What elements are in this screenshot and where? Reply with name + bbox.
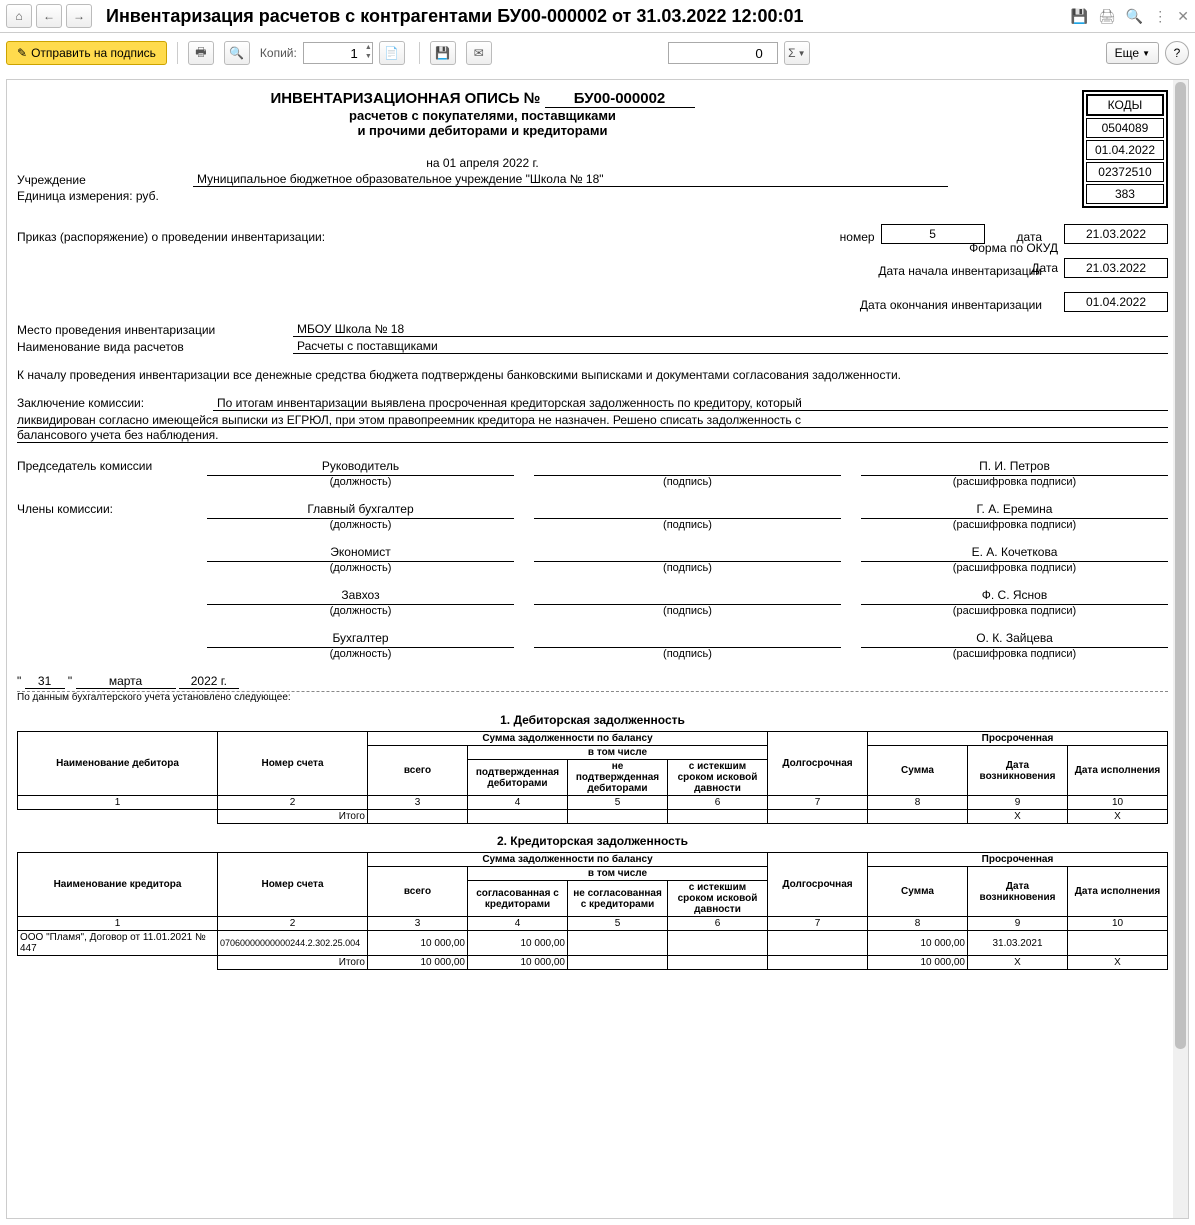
menu-dots-icon[interactable]: ⋮ <box>1153 8 1167 25</box>
forward-button[interactable]: → <box>66 4 92 28</box>
creditor-row: ООО "Пламя", Договор от 11.01.2021 № 447… <box>18 931 1168 956</box>
print-icon[interactable]: 🖨 <box>1098 8 1116 25</box>
numeric-input[interactable] <box>668 42 778 64</box>
kind-value: Расчеты с поставщиками <box>293 339 1168 354</box>
place-label: Место проведения инвентаризации <box>17 323 287 337</box>
conclusion-line2: ликвидирован согласно имеющейся выписки … <box>17 413 1168 428</box>
signer-pos-0: Руководитель <box>207 459 514 476</box>
pen-icon: ✎ <box>17 46 27 60</box>
print-button[interactable]: 🖶 <box>188 41 214 65</box>
preview-icon[interactable]: 🔍 <box>1126 8 1143 25</box>
back-button[interactable]: ← <box>36 4 62 28</box>
section2-title: 2. Кредиторская задолженность <box>17 834 1168 848</box>
chairman-label: Председатель комиссии <box>17 459 187 488</box>
window-title: Инвентаризация расчетов с контрагентами … <box>106 6 1071 27</box>
intro-text: К началу проведения инвентаризации все д… <box>17 368 1168 382</box>
conclusion-line1: По итогам инвентаризации выявлена просро… <box>213 396 1168 411</box>
okud-label: Форма по ОКУД <box>969 238 1058 258</box>
copies-input[interactable] <box>303 42 373 64</box>
debtor-table: Наименование дебитора Номер счета Сумма … <box>17 731 1168 824</box>
copies-label: Копий: <box>260 46 297 60</box>
more-button[interactable]: Еще▼ <box>1106 42 1159 64</box>
org-label: Учреждение <box>17 173 187 187</box>
copies-up-icon[interactable]: ▲ <box>365 43 372 52</box>
close-icon[interactable]: ✕ <box>1177 8 1189 25</box>
inv-end-label: Дата окончания инвентаризации <box>860 298 1042 312</box>
signer-name-0: П. И. Петров <box>861 459 1168 476</box>
kind-label: Наименование вида расчетов <box>17 340 287 354</box>
email-button[interactable]: ✉ <box>466 41 492 65</box>
inv-start: 21.03.2022 <box>1064 258 1168 278</box>
save-icon[interactable]: 💾 <box>1071 8 1088 25</box>
order-date: 21.03.2022 <box>1064 224 1168 244</box>
unit-label: Единица измерения: руб. <box>17 189 159 203</box>
copies-down-icon[interactable]: ▼ <box>365 52 372 61</box>
conclusion-label: Заключение комиссии: <box>17 396 207 410</box>
org-value: Муниципальное бюджетное образовательное … <box>193 172 948 187</box>
help-button[interactable]: ? <box>1165 41 1189 65</box>
save-disk-button[interactable]: 💾 <box>430 41 456 65</box>
code-date-label: Дата <box>969 258 1058 278</box>
order-num-label: номер <box>840 230 875 244</box>
zoom-button[interactable]: 🔍 <box>224 41 250 65</box>
doc-title-line1: ИНВЕНТАРИЗАЦИОННАЯ ОПИСЬ № БУ00-000002 <box>17 90 948 108</box>
send-for-signature-button[interactable]: ✎ Отправить на подпись <box>6 41 167 65</box>
home-button[interactable]: ⌂ <box>6 4 32 28</box>
order-label: Приказ (распоряжение) о проведении инвен… <box>17 230 437 244</box>
conclusion-line3: балансового учета без наблюдения. <box>17 428 1168 443</box>
creditor-table: Наименование кредитора Номер счета Сумма… <box>17 852 1168 970</box>
doc-title-line2: расчетов с покупателями, поставщиками <box>17 108 948 123</box>
members-label: Члены комиссии: <box>17 502 187 531</box>
doc-title-line3: и прочими дебиторами и кредиторами <box>17 123 948 138</box>
sigma-button[interactable]: Σ▼ <box>784 41 810 65</box>
on-date: на 01 апреля 2022 г. <box>17 156 948 170</box>
inv-end: 01.04.2022 <box>1064 292 1168 312</box>
sign-date: " 31 " марта 2022 г. <box>17 674 1168 689</box>
section1-title: 1. Дебиторская задолженность <box>17 713 1168 727</box>
page-setup-button[interactable]: 📄 <box>379 41 405 65</box>
foot-note: По данным бухгалтерского учета установле… <box>17 692 1168 703</box>
codes-table: КОДЫ 0504089 01.04.2022 02372510 383 <box>1082 90 1168 208</box>
place-value: МБОУ Школа № 18 <box>293 322 1168 337</box>
